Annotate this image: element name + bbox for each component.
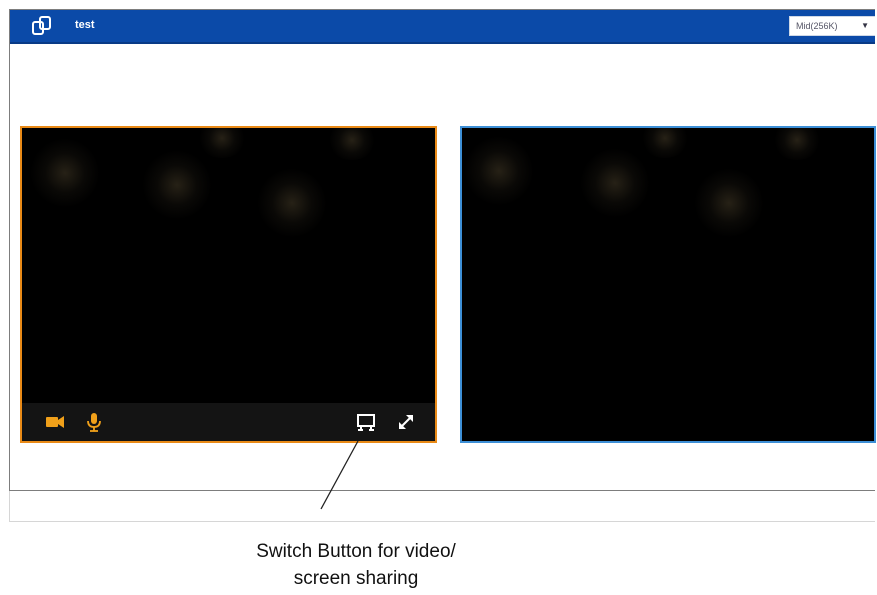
callout-pointer-line [320,440,359,510]
callout-annotation: Switch Button for video/ screen sharing [211,538,501,592]
callout-line-1: Switch Button for video/ [256,541,456,562]
callout-line-2: screen sharing [293,568,419,589]
